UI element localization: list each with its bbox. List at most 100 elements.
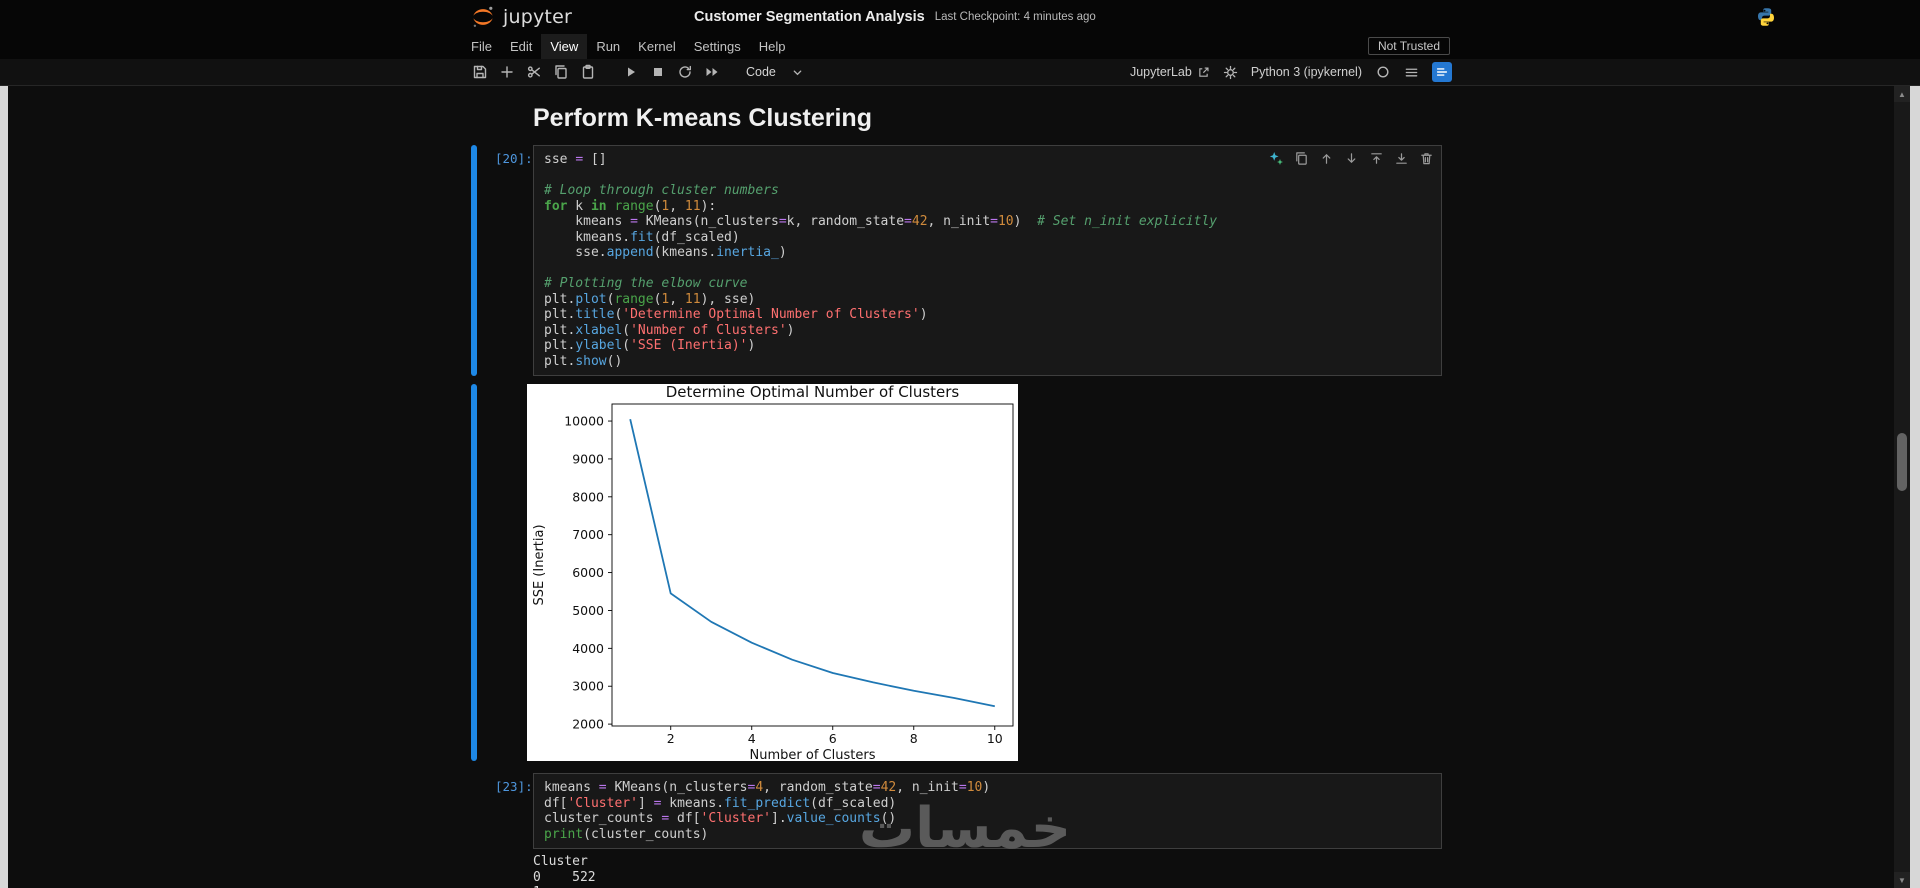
kernel-settings-button[interactable] [1222, 64, 1239, 81]
save-button[interactable] [471, 64, 488, 81]
execution-count: [23]: [495, 779, 533, 794]
gear-icon [1223, 65, 1237, 79]
jupyterlab-link[interactable]: JupyterLab [1130, 65, 1210, 79]
magic-wand-button[interactable] [1267, 149, 1285, 167]
move-cell-down-button[interactable] [1342, 149, 1360, 167]
svg-text:8: 8 [910, 731, 918, 746]
chevron-down-icon [793, 69, 802, 75]
code-line[interactable]: df['Cluster'] = kmeans.fit_predict(df_sc… [544, 796, 1431, 812]
notebook-scroll-area[interactable]: Perform K-means Clustering [20]: sse = [… [0, 86, 1920, 888]
code-editor[interactable]: sse = [] # Loop through cluster numbers f… [533, 145, 1442, 376]
output-line: 0 522 [533, 869, 596, 885]
menu-settings[interactable]: Settings [685, 34, 750, 59]
cell-input-row: [20]: sse = [] # Loop through cluster nu… [471, 145, 1442, 376]
cell-output-text: Cluster0 5221 [533, 854, 1442, 888]
code-editor[interactable]: kmeans = KMeans(n_clusters=4, random_sta… [533, 773, 1442, 849]
external-link-icon [1199, 66, 1209, 77]
code-line[interactable]: plt.ylabel('SSE (Inertia)') [544, 338, 1431, 354]
code-line[interactable]: plt.show() [544, 354, 1431, 370]
table-of-contents-button[interactable] [1432, 62, 1452, 82]
code-line[interactable]: kmeans.fit(df_scaled) [544, 230, 1431, 246]
window-edge-right [1910, 86, 1920, 888]
insert-cell-above-button[interactable] [1367, 149, 1385, 167]
code-line[interactable]: plt.xlabel('Number of Clusters') [544, 323, 1431, 339]
window-edge-left [0, 86, 8, 888]
code-line[interactable]: print(cluster_counts) [544, 827, 1431, 843]
scrollbar-thumb[interactable] [1897, 433, 1907, 491]
scrollbar-down-arrow[interactable]: ▼ [1894, 872, 1910, 888]
duplicate-cell-button[interactable] [1292, 149, 1310, 167]
execution-count: [20]: [495, 151, 533, 166]
title-group: Customer Segmentation Analysis Last Chec… [694, 0, 1096, 34]
insert-above-icon [1370, 152, 1382, 164]
plus-icon [500, 66, 513, 78]
jupyter-brand[interactable]: jupyter [471, 0, 572, 34]
restart-icon [678, 65, 691, 78]
move-up-icon [1322, 153, 1330, 164]
svg-text:10000: 10000 [564, 414, 604, 429]
menu-edit[interactable]: Edit [501, 34, 541, 59]
kernel-name[interactable]: Python 3 (ipykernel) [1251, 65, 1362, 79]
svg-text:10: 10 [987, 731, 1003, 746]
code-line[interactable]: plt.plot(range(1, 11), sse) [544, 292, 1431, 308]
insert-cell-below-button[interactable] [1392, 149, 1410, 167]
run-all-cells-button[interactable] [703, 64, 720, 81]
svg-text:5000: 5000 [572, 603, 604, 618]
svg-text:Determine Optimal Number of Cl: Determine Optimal Number of Clusters [666, 384, 960, 401]
notebook: Perform K-means Clustering [20]: sse = [… [471, 86, 1442, 888]
save-icon [473, 65, 486, 79]
cell-type-value: Code [746, 65, 776, 79]
top-bar: jupyter Customer Segmentation Analysis L… [0, 0, 1920, 34]
svg-text:3000: 3000 [572, 679, 604, 694]
menu-view[interactable]: View [541, 34, 588, 59]
kernel-idle-circle-icon [1376, 66, 1389, 78]
view-list-button[interactable] [1403, 64, 1420, 81]
code-line[interactable]: sse.append(kmeans.inertia_) [544, 245, 1431, 261]
menu-file[interactable]: File [462, 34, 501, 59]
menu-help[interactable]: Help [750, 34, 795, 59]
code-cell-23: [23]: kmeans = KMeans(n_clusters=4, rand… [471, 773, 1442, 888]
interrupt-kernel-button[interactable] [649, 64, 666, 81]
code-line[interactable]: # Loop through cluster numbers [544, 183, 1431, 199]
cut-cells-button[interactable] [525, 64, 542, 81]
cell-input-row: [23]: kmeans = KMeans(n_clusters=4, rand… [471, 773, 1442, 849]
trust-status-badge[interactable]: Not Trusted [1367, 37, 1450, 55]
cell-type-dropdown[interactable]: Code [742, 63, 807, 81]
restart-kernel-button[interactable] [676, 64, 693, 81]
hamburger-icon [1405, 68, 1418, 76]
paste-cells-button[interactable] [579, 64, 596, 81]
notebook-toolbar: Code JupyterLab Python 3 (ipykernel) [0, 59, 1920, 86]
code-line[interactable]: for k in range(1, 11): [544, 199, 1431, 215]
code-line[interactable]: # Plotting the elbow curve [544, 276, 1431, 292]
elbow-plot: 2 4 6 8 10 2000 3000 4000 5000 6000 7000 8000 9000 10… [527, 384, 1018, 761]
insert-cell-button[interactable] [498, 64, 515, 81]
code-line[interactable]: plt.title('Determine Optimal Number of C… [544, 307, 1431, 323]
output-gutter [477, 384, 527, 761]
notebook-scrollbar[interactable]: ▲ ▼ [1894, 86, 1910, 888]
code-lines: sse = [] # Loop through cluster numbers f… [544, 152, 1431, 369]
copy-cells-button[interactable] [552, 64, 569, 81]
code-line[interactable] [544, 261, 1431, 277]
delete-cell-button[interactable] [1417, 149, 1435, 167]
code-line[interactable]: kmeans = KMeans(n_clusters=4, random_sta… [544, 780, 1431, 796]
kernel-status-icon[interactable] [1374, 64, 1391, 81]
code-line[interactable]: kmeans = KMeans(n_clusters=k, random_sta… [544, 214, 1431, 230]
menu-items: File Edit View Run Kernel Settings Help [462, 34, 794, 59]
markdown-heading[interactable]: Perform K-means Clustering [533, 104, 1442, 133]
code-line[interactable] [544, 168, 1431, 184]
move-cell-up-button[interactable] [1317, 149, 1335, 167]
menu-kernel[interactable]: Kernel [629, 34, 685, 59]
svg-text:6000: 6000 [572, 565, 604, 580]
svg-text:2000: 2000 [572, 717, 604, 732]
menu-run[interactable]: Run [587, 34, 629, 59]
toolbar-left: Code [471, 59, 807, 85]
svg-text:4000: 4000 [572, 641, 604, 656]
code-line[interactable]: cluster_counts = df['Cluster'].value_cou… [544, 811, 1431, 827]
fast-forward-icon [706, 68, 717, 76]
svg-text:Number of Clusters: Number of Clusters [750, 748, 876, 761]
notebook-title[interactable]: Customer Segmentation Analysis [694, 9, 925, 25]
scrollbar-up-arrow[interactable]: ▲ [1894, 86, 1910, 102]
jupyterlab-link-label: JupyterLab [1129, 65, 1192, 79]
run-cell-button[interactable] [622, 64, 639, 81]
jupyter-wordmark: jupyter [503, 6, 572, 28]
